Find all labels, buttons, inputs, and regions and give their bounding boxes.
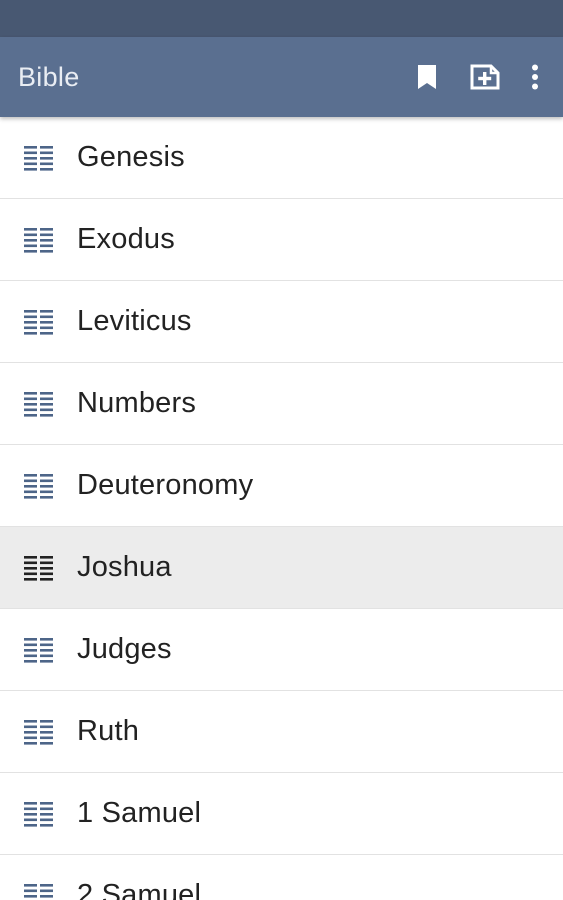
chapter-list-icon: [24, 554, 54, 582]
chapter-list-icon: [24, 800, 54, 828]
book-list: Genesis Exodus Leviticus Numbers Deuteronomy…: [0, 117, 563, 900]
book-item[interactable]: Ruth: [0, 691, 563, 773]
book-label: Ruth: [77, 715, 140, 747]
app-bar-actions: [387, 57, 545, 97]
book-label: Deuteronomy: [77, 469, 254, 501]
book-item[interactable]: Judges: [0, 609, 563, 691]
chapter-list-icon: [24, 882, 54, 900]
book-label: Genesis: [77, 141, 185, 173]
more-options-button[interactable]: [525, 57, 545, 97]
chapter-list-icon: [24, 472, 54, 500]
book-item[interactable]: Joshua: [0, 527, 563, 609]
app-title: Bible: [18, 61, 80, 92]
add-note-icon: [470, 64, 500, 90]
book-item[interactable]: Leviticus: [0, 281, 563, 363]
book-label: Joshua: [77, 551, 172, 583]
book-label: Leviticus: [77, 305, 192, 337]
book-item[interactable]: 2 Samuel: [0, 855, 563, 900]
status-bar: [0, 0, 563, 37]
more-vert-icon: [532, 64, 538, 90]
book-item[interactable]: Exodus: [0, 199, 563, 281]
book-label: Numbers: [77, 387, 197, 419]
chapter-list-icon: [24, 636, 54, 664]
book-item[interactable]: Numbers: [0, 363, 563, 445]
chapter-list-icon: [24, 390, 54, 418]
chapter-list-icon: [24, 144, 54, 172]
bookmark-button[interactable]: [409, 57, 445, 97]
chapter-list-icon: [24, 226, 54, 254]
add-note-button[interactable]: [467, 57, 503, 97]
app-bar: Bible: [0, 37, 563, 117]
book-item[interactable]: Deuteronomy: [0, 445, 563, 527]
book-label: Judges: [77, 633, 172, 665]
book-item[interactable]: Genesis: [0, 117, 563, 199]
book-label: 2 Samuel: [77, 879, 202, 900]
book-label: Exodus: [77, 223, 175, 255]
book-item[interactable]: 1 Samuel: [0, 773, 563, 855]
chapter-list-icon: [24, 718, 54, 746]
chapter-list-icon: [24, 308, 54, 336]
bookmark-icon: [418, 65, 436, 89]
book-label: 1 Samuel: [77, 797, 202, 829]
